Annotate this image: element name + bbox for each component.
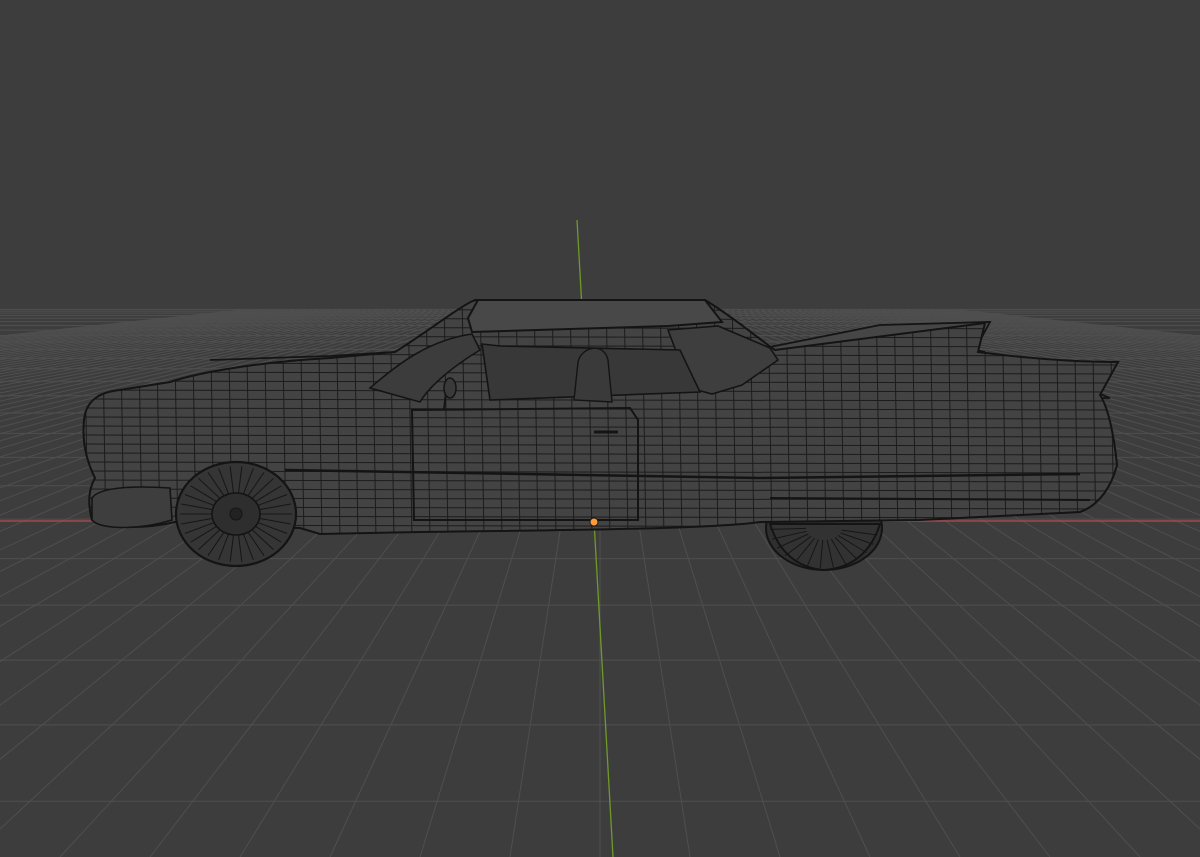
viewport-canvas[interactable] [0,0,1200,857]
rear-wheel-lower [768,523,882,572]
object-origin [589,517,599,527]
3d-viewport[interactable] [0,0,1200,857]
seat [573,347,613,403]
front-bumper [91,486,173,529]
front-wheel [174,460,298,568]
